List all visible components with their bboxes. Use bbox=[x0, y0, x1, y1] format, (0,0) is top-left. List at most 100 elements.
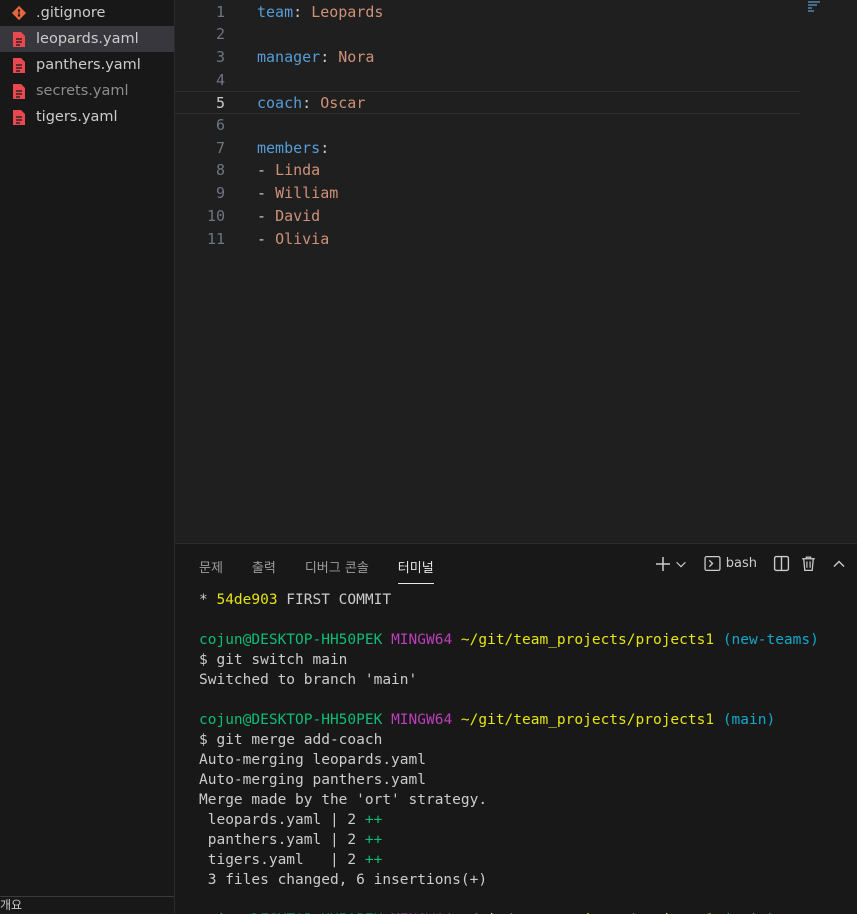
terminal-text: ~/git/team_projects/projects1 bbox=[460, 632, 715, 648]
panel-tab[interactable]: 출력 bbox=[252, 557, 276, 584]
terminal-line: cojun@DESKTOP-HH50PEK MINGW64 ~/git/team… bbox=[199, 910, 857, 914]
terminal-text: tigers.yaml | 2 bbox=[199, 852, 365, 868]
code-editor[interactable]: 1 team: Leopards 2 3 manager: Nora 4 5 coach: O… bbox=[175, 0, 857, 543]
yaml-punctuation: : bbox=[320, 138, 330, 157]
code-text: - William bbox=[257, 182, 338, 205]
file-list: .gitignore leopards.yaml panthers.yaml secr… bbox=[0, 0, 174, 130]
maximize-panel-button[interactable] bbox=[831, 556, 847, 572]
yaml-value: Olivia bbox=[275, 229, 330, 248]
split-terminal-button[interactable] bbox=[773, 555, 790, 572]
terminal-text: Switched to branch 'main' bbox=[199, 672, 418, 688]
terminal-line: Switched to branch 'main' bbox=[199, 670, 857, 690]
code-line: 2 bbox=[175, 23, 800, 46]
yaml-punctuation: : bbox=[302, 94, 321, 113]
new-terminal-button[interactable] bbox=[655, 556, 688, 572]
terminal-line: cojun@DESKTOP-HH50PEK MINGW64 ~/git/team… bbox=[199, 710, 857, 730]
panel-tab[interactable]: 터미널 bbox=[397, 557, 434, 584]
terminal-text: $ git switch main bbox=[199, 652, 348, 668]
terminal-line: $ git merge add-coach bbox=[199, 730, 857, 750]
terminal-text: leopards.yaml | 2 bbox=[199, 812, 365, 828]
yaml-value: David bbox=[275, 206, 321, 225]
outline-section-header[interactable]: 개요 bbox=[0, 896, 174, 913]
terminal-text: cojun@DESKTOP-HH50PEK bbox=[199, 712, 383, 728]
file-item[interactable]: .gitignore bbox=[0, 0, 174, 26]
code-text: - David bbox=[257, 205, 320, 228]
yaml-value: William bbox=[275, 184, 339, 203]
code-text: manager: Nora bbox=[257, 46, 374, 69]
file-label: panthers.yaml bbox=[36, 57, 141, 73]
code-text: - Linda bbox=[257, 159, 320, 182]
code-line: 3 manager: Nora bbox=[175, 46, 800, 69]
yaml-punctuation: - bbox=[257, 229, 276, 248]
terminal-icon bbox=[704, 555, 721, 572]
explorer-sidebar: .gitignore leopards.yaml panthers.yaml secr… bbox=[0, 0, 175, 913]
git-icon bbox=[10, 4, 28, 22]
file-item[interactable]: secrets.yaml bbox=[0, 78, 174, 104]
yaml-key: members bbox=[257, 138, 321, 157]
terminal-line: tigers.yaml | 2 ++ bbox=[199, 850, 857, 870]
terminal-text: ~/git/team_projects/projects1 bbox=[460, 712, 715, 728]
yaml-file-icon bbox=[10, 56, 28, 74]
minimap[interactable] bbox=[808, 0, 823, 22]
terminal-text: MINGW64 bbox=[391, 632, 453, 648]
terminal-text: 3 files changed, 6 insertions(+) bbox=[199, 872, 488, 888]
yaml-punctuation: : bbox=[320, 47, 339, 66]
outline-section-label: 개요 bbox=[0, 898, 23, 912]
yaml-file-icon bbox=[10, 30, 28, 48]
line-number: 7 bbox=[215, 138, 225, 157]
terminal-text: MINGW64 bbox=[391, 712, 453, 728]
yaml-punctuation: - bbox=[257, 184, 276, 203]
panel-tab[interactable]: 디버그 콘솔 bbox=[305, 557, 369, 584]
terminal-text: 54de903 bbox=[216, 592, 278, 608]
terminal-text: (main) bbox=[722, 712, 776, 728]
file-item[interactable]: leopards.yaml bbox=[0, 26, 174, 52]
yaml-value: Nora bbox=[338, 47, 375, 66]
bottom-panel: 문제 출력 디버그 콘솔 터미널 bash * 54de903 FIRST COMMI… bbox=[175, 543, 857, 914]
terminal-text: ++ bbox=[364, 832, 383, 848]
panel-actions: bash bbox=[655, 555, 847, 572]
yaml-value: Leopards bbox=[311, 2, 384, 21]
terminal-text: * bbox=[199, 592, 217, 608]
kill-terminal-button[interactable] bbox=[800, 555, 817, 572]
yaml-key: coach bbox=[257, 94, 303, 113]
terminal-shell-button[interactable]: bash bbox=[704, 555, 757, 572]
trash-icon bbox=[802, 556, 815, 572]
terminal-text: Merge made by the 'ort' strategy. bbox=[199, 792, 488, 808]
terminal-text: ++ bbox=[364, 812, 383, 828]
file-label: tigers.yaml bbox=[36, 109, 118, 125]
terminal-text: panthers.yaml | 2 bbox=[199, 832, 365, 848]
terminal-line: cojun@DESKTOP-HH50PEK MINGW64 ~/git/team… bbox=[199, 630, 857, 650]
code-line: 10 - David bbox=[175, 205, 800, 228]
terminal-line: Auto-merging leopards.yaml bbox=[199, 750, 857, 770]
line-number: 9 bbox=[215, 184, 225, 203]
file-label: .gitignore bbox=[36, 5, 106, 21]
line-number: 8 bbox=[215, 161, 225, 180]
code-line: 6 bbox=[175, 114, 800, 137]
plus-icon bbox=[655, 556, 670, 571]
terminal-line: leopards.yaml | 2 ++ bbox=[199, 810, 857, 830]
terminal-line: Auto-merging panthers.yaml bbox=[199, 770, 857, 790]
line-number: 5 bbox=[215, 94, 225, 113]
code-text: - Olivia bbox=[257, 228, 329, 251]
split-icon bbox=[773, 555, 790, 572]
file-item[interactable]: panthers.yaml bbox=[0, 52, 174, 78]
terminal-output[interactable]: * 54de903 FIRST COMMIT cojun@DESKTOP-HH50… bbox=[199, 590, 857, 914]
terminal-text: Auto-merging panthers.yaml bbox=[199, 772, 426, 788]
terminal-line: * 54de903 FIRST COMMIT bbox=[199, 590, 857, 610]
terminal-text: $ git merge add-coach bbox=[199, 732, 383, 748]
panel-tab[interactable]: 문제 bbox=[199, 557, 223, 584]
yaml-punctuation: - bbox=[257, 161, 276, 180]
code-text: coach: Oscar bbox=[257, 92, 365, 115]
terminal-line: panthers.yaml | 2 ++ bbox=[199, 830, 857, 850]
line-number: 10 bbox=[206, 206, 225, 225]
code-line: 8 - Linda bbox=[175, 159, 800, 182]
file-item[interactable]: tigers.yaml bbox=[0, 104, 174, 130]
